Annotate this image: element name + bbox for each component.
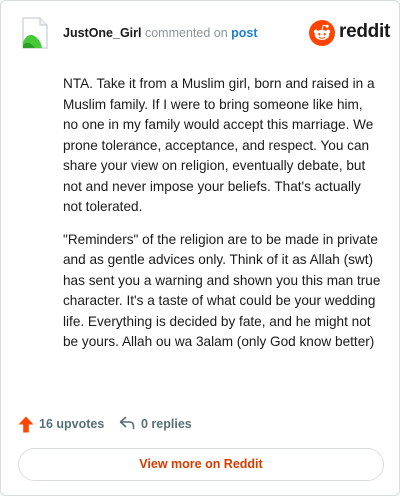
comment-header: JustOne_Girl commented on post reddit: [20, 17, 390, 51]
upvote-arrow-icon[interactable]: [18, 416, 34, 433]
document-icon: [22, 17, 48, 49]
action-text: commented on: [144, 26, 228, 40]
reply-count[interactable]: 0 replies: [141, 417, 192, 431]
upvote-count: 16 upvotes: [39, 417, 105, 431]
username-link[interactable]: JustOne_Girl: [63, 26, 142, 40]
brand-wordmark: reddit: [339, 21, 390, 42]
view-more-button[interactable]: View more on Reddit: [18, 448, 384, 481]
comment-paragraph: "Reminders" of the religion are to be ma…: [63, 231, 381, 350]
reply-arrow-icon[interactable]: [119, 416, 135, 430]
comment-byline: JustOne_Girl commented on post: [63, 26, 258, 40]
comment-footer: 16 upvotes 0 replies: [18, 413, 268, 435]
comment-paragraph: NTA. Take it from a Muslim girl, born an…: [63, 76, 375, 214]
post-link[interactable]: post: [231, 26, 257, 40]
reddit-logo[interactable]: reddit: [309, 20, 390, 46]
comment-body: NTA. Take it from a Muslim girl, born an…: [63, 74, 381, 365]
reddit-snoo-icon: [309, 20, 335, 46]
comment-embed-card: JustOne_Girl commented on post reddit NT…: [0, 0, 400, 496]
